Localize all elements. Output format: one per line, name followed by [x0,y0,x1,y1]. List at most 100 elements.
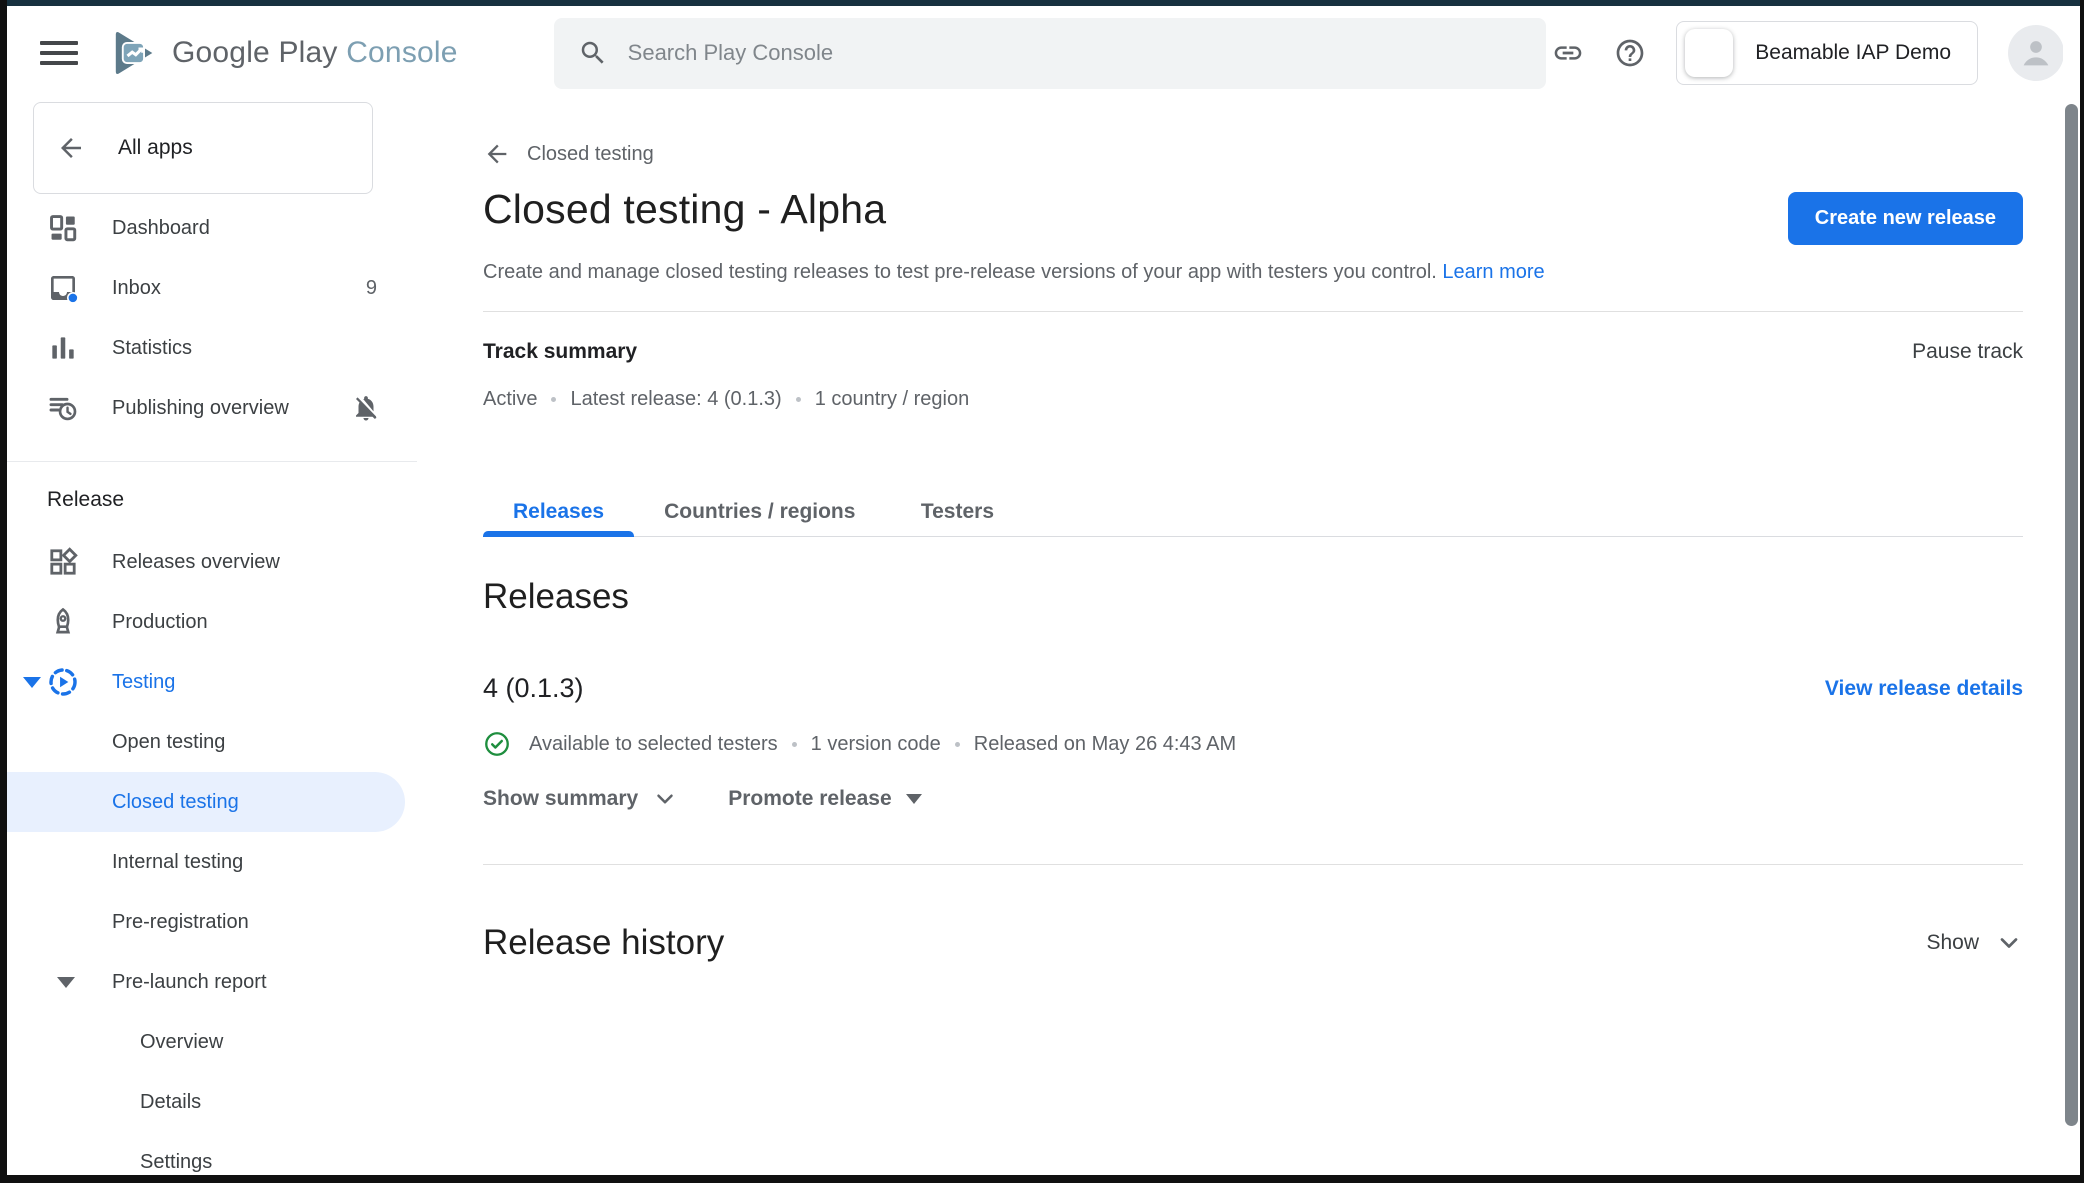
publishing-clock-icon [47,392,79,424]
promote-release-label: Promote release [728,787,891,811]
caret-down-icon [906,794,922,804]
rocket-icon [47,606,79,638]
back-arrow-icon [56,133,86,163]
logo-text: Google Play Console [172,36,458,70]
sidebar-nav-top: Dashboard Inbox 9 Statistics [7,198,417,438]
track-summary-title: Track summary [483,340,637,364]
released-on-text: Released on May 26 4:43 AM [974,733,1236,756]
history-show-button[interactable]: Show [1926,929,2023,957]
view-release-details-link[interactable]: View release details [1825,677,2023,701]
releases-heading: Releases [483,577,2023,617]
link-icon[interactable] [1552,37,1584,69]
sidebar-item-label: Dashboard [112,217,210,240]
inbox-icon [47,272,79,304]
app-icon [1685,29,1733,77]
sidebar-item-label: Overview [140,1031,223,1054]
sidebar-item-publishing-overview[interactable]: Publishing overview [7,378,417,438]
tab-bar: Releases Countries / regions Testers [483,487,2023,537]
sidebar-item-internal-testing[interactable]: Internal testing [7,832,417,892]
release-history-heading: Release history [483,923,724,963]
sidebar-item-testing[interactable]: Testing [7,652,417,712]
top-header: Google Play Console Beamable IAP Demo [7,6,2064,100]
google-play-console-logo[interactable]: Google Play Console [108,27,458,79]
availability-text: Available to selected testers [529,733,778,756]
window-right-edge [2080,0,2084,1183]
promote-release-button[interactable]: Promote release [728,787,921,811]
learn-more-link[interactable]: Learn more [1442,261,1544,283]
scrollbar-thumb[interactable] [2065,104,2078,1126]
chevron-down-icon [652,786,678,812]
sidebar-item-pre-registration[interactable]: Pre-registration [7,892,417,952]
notifications-off-icon [351,393,381,423]
release-name: 4 (0.1.3) [483,673,584,704]
all-apps-button[interactable]: All apps [33,102,373,194]
track-status: Active [483,388,537,411]
help-icon[interactable] [1614,37,1646,69]
sidebar-item-statistics[interactable]: Statistics [7,318,417,378]
app-switcher-chip[interactable]: Beamable IAP Demo [1676,21,1978,85]
sidebar-item-closed-testing[interactable]: Closed testing [7,772,405,832]
all-apps-label: All apps [118,136,193,160]
caret-down-icon [57,977,75,988]
sidebar-item-label: Inbox [112,277,161,300]
show-summary-button[interactable]: Show summary [483,786,678,812]
search-input[interactable] [628,40,1428,66]
tab-testers[interactable]: Testers [885,487,1029,536]
page-description: Create and manage closed testing release… [483,261,2023,284]
sidebar-item-inbox[interactable]: Inbox 9 [7,258,417,318]
page-title: Closed testing - Alpha [483,186,886,233]
menu-icon[interactable] [40,38,78,68]
release-actions-row: Show summary Promote release [483,786,2023,812]
dot-separator [796,397,801,402]
track-summary-meta: Active Latest release: 4 (0.1.3) 1 count… [483,388,2023,411]
sidebar-item-label: Open testing [112,731,225,754]
sidebar-item-pre-launch-report[interactable]: Pre-launch report [7,952,417,1012]
create-new-release-button[interactable]: Create new release [1788,192,2023,245]
show-label: Show [1926,931,1979,955]
description-text: Create and manage closed testing release… [483,261,1437,283]
person-icon [2016,33,2056,73]
tab-countries-regions[interactable]: Countries / regions [634,487,885,536]
sidebar-item-label: Pre-registration [112,911,249,934]
search-bar[interactable] [554,18,1546,89]
back-link[interactable]: Closed testing [483,140,654,168]
bar-chart-icon [47,332,79,364]
main-content: Closed testing Closed testing - Alpha Cr… [483,100,2023,963]
sidebar-item-label: Releases overview [112,551,280,574]
sidebar-item-dashboard[interactable]: Dashboard [7,198,417,258]
back-label: Closed testing [527,143,654,166]
divider [483,864,2023,865]
releases-overview-icon [47,546,79,578]
back-arrow-icon [483,140,511,168]
caret-down-icon [23,677,41,688]
account-avatar[interactable] [2008,25,2064,81]
chevron-down-icon [1995,929,2023,957]
sidebar-item-label: Details [140,1091,201,1114]
header-right-cluster: Beamable IAP Demo [1552,21,2064,85]
release-history-section: Release history Show [483,923,2023,963]
sidebar-item-production[interactable]: Production [7,592,417,652]
sidebar-item-label: Statistics [112,337,192,360]
sidebar-item-label: Production [112,611,208,634]
sidebar-item-label: Internal testing [112,851,243,874]
countries-text: 1 country / region [815,388,970,411]
play-logo-icon [108,27,160,79]
sidebar-item-open-testing[interactable]: Open testing [7,712,417,772]
sidebar-item-label: Settings [140,1151,212,1174]
pause-track-button[interactable]: Pause track [1912,340,2023,364]
sidebar-item-prelaunch-overview[interactable]: Overview [7,1012,417,1072]
show-summary-label: Show summary [483,787,638,811]
sidebar-item-label: Closed testing [112,791,239,814]
window-top-bar [0,0,2084,6]
sidebar-item-prelaunch-settings[interactable]: Settings [7,1132,417,1192]
sidebar-item-label: Testing [112,671,175,694]
search-icon [578,38,608,68]
release-section-label: Release [47,488,417,522]
sidebar-item-prelaunch-details[interactable]: Details [7,1072,417,1132]
sidebar-item-releases-overview[interactable]: Releases overview [7,532,417,592]
sidebar-nav-release: Releases overview Production Testing [7,532,417,1192]
dot-separator [955,742,960,747]
inbox-count-badge: 9 [366,277,377,300]
sidebar-item-label: Pre-launch report [112,971,267,994]
tab-releases[interactable]: Releases [483,487,634,536]
